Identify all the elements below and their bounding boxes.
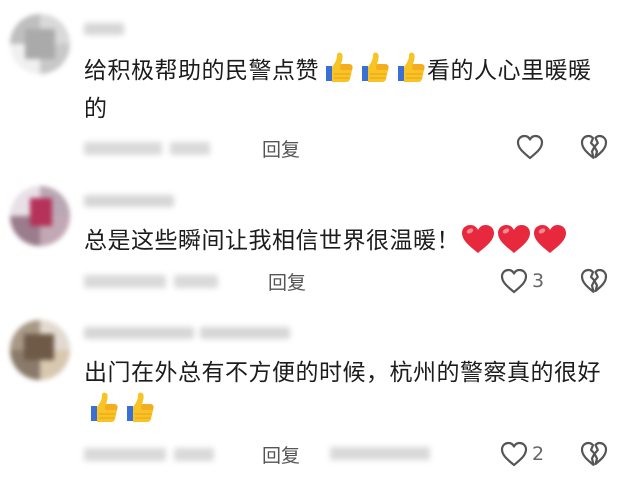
broken-heart-icon bbox=[580, 441, 608, 467]
like-count: 2 bbox=[532, 443, 545, 465]
thumbs-up-emoji bbox=[320, 52, 354, 84]
red-heart-emoji bbox=[533, 224, 567, 254]
comment-text: 总是这些瞬间让我相信世界很温暖！ bbox=[84, 222, 614, 260]
thumbs-up-emoji bbox=[392, 52, 426, 84]
timestamp-location bbox=[84, 274, 218, 288]
red-heart-emoji bbox=[497, 224, 531, 254]
dislike-button[interactable] bbox=[580, 134, 608, 164]
timestamp-location bbox=[84, 141, 210, 155]
heart-outline-icon bbox=[500, 441, 528, 467]
dislike-button[interactable] bbox=[580, 268, 608, 298]
comment-text: 出门在外总有不方便的时候，杭州的警察真的很好 bbox=[84, 354, 614, 430]
avatar[interactable] bbox=[10, 14, 70, 74]
like-button[interactable]: 2 bbox=[500, 441, 544, 467]
thumbs-up-emoji bbox=[121, 392, 155, 424]
heart-outline-icon bbox=[500, 268, 528, 294]
username[interactable] bbox=[84, 326, 290, 340]
like-button[interactable] bbox=[516, 134, 548, 160]
avatar[interactable] bbox=[10, 320, 70, 380]
dislike-button[interactable] bbox=[580, 441, 608, 471]
reply-button[interactable]: 回复 bbox=[268, 268, 306, 295]
comment-meta bbox=[84, 136, 210, 160]
username[interactable] bbox=[84, 22, 124, 36]
comment-meta bbox=[84, 269, 218, 293]
timestamp-location bbox=[84, 447, 214, 461]
username[interactable] bbox=[84, 194, 174, 208]
broken-heart-icon bbox=[580, 134, 608, 160]
blurred-extra bbox=[330, 447, 430, 460]
reply-button[interactable]: 回复 bbox=[262, 441, 300, 468]
comment-text: 给积极帮助的民警点赞 看的人心里暖暖的 bbox=[84, 52, 614, 128]
like-button[interactable]: 3 bbox=[500, 268, 544, 294]
thumbs-up-emoji bbox=[356, 52, 390, 84]
red-heart-emoji bbox=[461, 224, 495, 254]
heart-outline-icon bbox=[516, 134, 544, 160]
comment-meta bbox=[84, 442, 214, 466]
like-count: 3 bbox=[532, 270, 545, 292]
avatar[interactable] bbox=[10, 186, 70, 246]
thumbs-up-emoji bbox=[85, 392, 119, 424]
reply-button[interactable]: 回复 bbox=[262, 135, 300, 162]
broken-heart-icon bbox=[580, 268, 608, 294]
